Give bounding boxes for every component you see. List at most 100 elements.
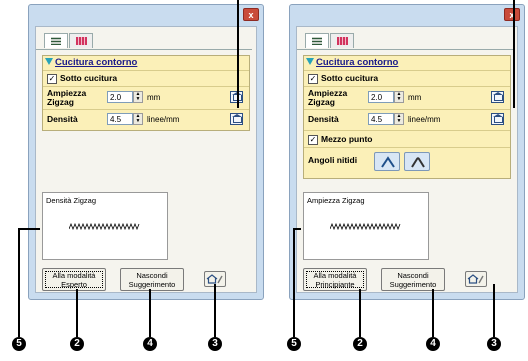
density-label: Densità: [308, 114, 339, 124]
zigzag-width-label: Ampiezza Zigzag: [47, 89, 86, 107]
section-title-text: Cucitura contorno: [316, 57, 399, 68]
tab-stitch-settings[interactable]: [44, 33, 68, 48]
hide-hint-button[interactable]: Nascondi Suggerimento: [381, 268, 445, 291]
divider: [304, 130, 510, 131]
tab-divider: [36, 49, 252, 50]
left-window: x Cucitura contorno ✓ Sotto cucitura Amp…: [28, 4, 264, 300]
round-corner-button[interactable]: [404, 152, 430, 171]
zigzag-width-unit: mm: [147, 93, 161, 102]
under-stitch-label: Sotto cucitura: [321, 73, 379, 83]
density-label: Densità: [47, 114, 78, 124]
settings-button[interactable]: [465, 271, 487, 287]
zigzag-width-spinner[interactable]: ▲ ▼: [133, 91, 143, 103]
under-stitch-checkbox[interactable]: ✓: [308, 74, 318, 84]
title-bar[interactable]: x: [29, 5, 263, 21]
corner-style-icon: [381, 156, 395, 168]
marker-2: 2: [353, 337, 367, 351]
marker-2: 2: [70, 337, 84, 351]
hint-box: Densità Zigzag: [42, 192, 168, 260]
callout-line: [18, 228, 40, 230]
close-button[interactable]: x: [504, 8, 520, 21]
to-beginner-mode-button[interactable]: Alla modalità Principiante: [303, 268, 367, 291]
callout-line: [293, 228, 295, 337]
reset-default-button[interactable]: [230, 113, 243, 125]
check-icon: ✓: [309, 74, 317, 83]
zigzag-width-unit: mm: [408, 93, 422, 102]
corner-style-icon: [411, 157, 425, 168]
callout-line: [493, 284, 495, 337]
callout-line: [359, 289, 361, 337]
divider: [43, 70, 249, 71]
divider: [43, 86, 249, 87]
hint-title: Densità Zigzag: [46, 196, 97, 205]
color-pattern-icon: [76, 37, 87, 45]
density-spinner[interactable]: ▲ ▼: [133, 113, 143, 125]
close-button[interactable]: x: [243, 8, 259, 21]
marker-5: 5: [12, 337, 26, 351]
under-stitch-label: Sotto cucitura: [60, 73, 118, 83]
divider: [304, 109, 510, 110]
callout-line: [432, 289, 434, 337]
callout-line: [18, 228, 20, 337]
half-stitch-checkbox[interactable]: ✓: [308, 135, 318, 145]
zigzag-width-input[interactable]: 2.0: [107, 91, 133, 103]
tab-strip: [40, 31, 260, 49]
divider: [43, 109, 249, 110]
density-input[interactable]: 4.5: [107, 113, 133, 125]
to-expert-mode-button[interactable]: Alla modalità Esperto: [42, 268, 106, 291]
tab-stitch-settings[interactable]: [305, 33, 329, 48]
divider: [304, 70, 510, 71]
zigzag-preview-icon: [69, 223, 140, 231]
settings-panel: Cucitura contorno ✓ Sotto cucitura Ampie…: [42, 55, 250, 131]
section-title[interactable]: Cucitura contorno: [306, 57, 398, 68]
section-title-text: Cucitura contorno: [55, 57, 138, 68]
zigzag-width-label: Ampiezza Zigzag: [308, 89, 347, 107]
zigzag-width-label-line2: Zigzag: [308, 97, 335, 107]
zigzag-width-input[interactable]: 2.0: [368, 91, 394, 103]
hide-hint-button[interactable]: Nascondi Suggerimento: [120, 268, 184, 291]
half-stitch-label: Mezzo punto: [321, 134, 373, 144]
density-input[interactable]: 4.5: [368, 113, 394, 125]
sharp-corner-button[interactable]: [374, 152, 400, 171]
window-client: Cucitura contorno ✓ Sotto cucitura Ampie…: [35, 26, 257, 293]
check-icon: ✓: [48, 74, 56, 83]
collapse-triangle-icon: [45, 58, 53, 65]
settings-panel: Cucitura contorno ✓ Sotto cucitura Ampie…: [303, 55, 511, 179]
marker-3: 3: [208, 337, 222, 351]
tab-strip: [301, 31, 521, 49]
divider: [304, 86, 510, 87]
density-unit: linee/mm: [408, 115, 441, 124]
callout-line: [76, 289, 78, 337]
callout-line: [513, 0, 515, 108]
tab-color-settings[interactable]: [69, 33, 93, 48]
marker-4: 4: [426, 337, 440, 351]
check-icon: ✓: [309, 135, 317, 144]
reset-default-button[interactable]: [491, 113, 504, 125]
under-stitch-checkbox[interactable]: ✓: [47, 74, 57, 84]
hint-box: Ampiezza Zigzag: [303, 192, 429, 260]
tab-color-settings[interactable]: [330, 33, 354, 48]
divider: [304, 147, 510, 148]
zigzag-width-spinner[interactable]: ▲ ▼: [394, 91, 404, 103]
callout-line: [149, 289, 151, 337]
settings-house-icon: [467, 274, 484, 284]
stitch-grid-icon: [312, 37, 322, 45]
density-spinner[interactable]: ▲ ▼: [394, 113, 404, 125]
sharp-corners-label: Angoli nitidi: [308, 155, 358, 165]
hint-title: Ampiezza Zigzag: [307, 196, 365, 205]
zigzag-preview-icon: [330, 223, 401, 231]
density-unit: linee/mm: [147, 115, 180, 124]
window-client: Cucitura contorno ✓ Sotto cucitura Ampie…: [296, 26, 518, 293]
reset-default-button[interactable]: [491, 91, 504, 103]
callout-line: [237, 0, 239, 108]
tab-divider: [297, 49, 513, 50]
color-pattern-icon: [337, 37, 348, 45]
zigzag-width-label-line2: Zigzag: [47, 97, 74, 107]
section-title[interactable]: Cucitura contorno: [45, 57, 137, 68]
marker-3: 3: [487, 337, 501, 351]
marker-4: 4: [143, 337, 157, 351]
callout-line: [214, 284, 216, 337]
stitch-grid-icon: [51, 37, 61, 45]
title-bar[interactable]: x: [290, 5, 524, 21]
collapse-triangle-icon: [306, 58, 314, 65]
